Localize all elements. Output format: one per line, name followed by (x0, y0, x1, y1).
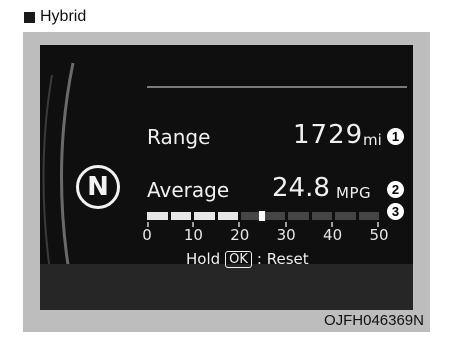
header-label: Hybrid (40, 8, 87, 25)
black-square-icon (24, 11, 35, 23)
gear-indicator-icon: N (76, 165, 120, 209)
fuel-bar-scale: 0 10 20 30 40 50 (142, 226, 389, 244)
scale-label: 50 (369, 226, 389, 244)
bar-segment (288, 212, 309, 220)
bar-segment (335, 212, 356, 220)
average-value: 24.8 (272, 173, 330, 203)
bar-segment (170, 212, 191, 220)
average-unit: MPG (336, 184, 372, 202)
ok-button-icon: OK (225, 250, 252, 268)
range-label: Range (147, 125, 211, 149)
hold-suffix: : Reset (256, 250, 309, 268)
divider-line (147, 86, 407, 88)
section-header: Hybrid (24, 8, 86, 26)
bar-segment (264, 212, 285, 220)
scale-label: 20 (230, 226, 250, 244)
reset-hint: Hold OK : Reset (186, 250, 309, 268)
fuel-economy-marker (259, 211, 266, 221)
scale-label: 0 (142, 226, 152, 244)
callout-badge-1: 1 (387, 128, 404, 145)
bar-segment (217, 212, 238, 220)
callout-badge-2: 2 (387, 181, 404, 198)
bar-segment (147, 212, 168, 220)
range-unit: mi (363, 131, 382, 149)
bar-segment (358, 212, 379, 220)
hold-prefix: Hold (186, 250, 221, 268)
average-label: Average (147, 178, 230, 202)
cluster-panel: N Range 1729 mi 1 Average 24.8 MPG 2 3 0… (23, 32, 430, 332)
range-value: 1729 (293, 120, 364, 150)
bar-segment (311, 212, 332, 220)
scale-label: 30 (276, 226, 296, 244)
cluster-screen: N Range 1729 mi 1 Average 24.8 MPG 2 3 0… (40, 45, 413, 310)
scale-label: 10 (183, 226, 203, 244)
bar-segment (194, 212, 215, 220)
screen-bottom-band (40, 264, 413, 310)
figure-code: OJFH046369N (323, 312, 424, 329)
scale-label: 40 (323, 226, 343, 244)
callout-badge-3: 3 (387, 203, 404, 220)
